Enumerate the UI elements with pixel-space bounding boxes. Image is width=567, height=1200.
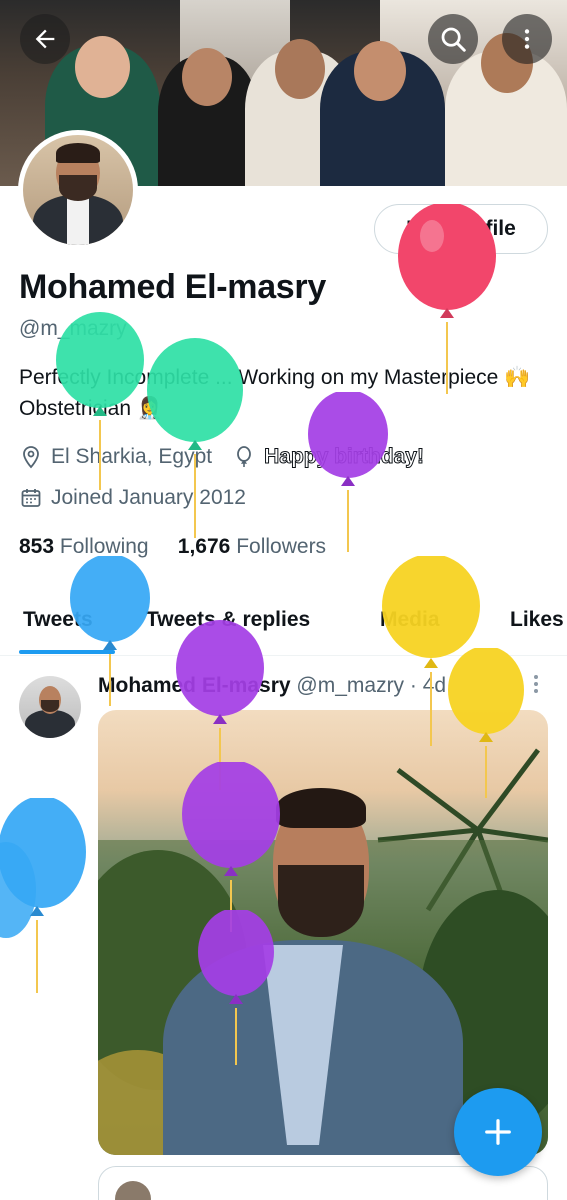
profile-bio: Perfectly Incomplete ... Working on my M… bbox=[19, 366, 531, 420]
search-button[interactable] bbox=[428, 14, 478, 64]
tweet-author[interactable]: Mohamed El-masry bbox=[98, 674, 291, 697]
tab-tweets[interactable]: Tweets bbox=[23, 608, 93, 632]
profile-tabs: Tweets Tweets & replies Media Likes bbox=[0, 596, 567, 656]
following-link[interactable]: 853 Following bbox=[19, 535, 149, 558]
profile-location: El Sharkia, Egypt bbox=[51, 445, 213, 468]
profile-avatar[interactable] bbox=[18, 130, 138, 250]
profile-name: Mohamed El-masry bbox=[19, 268, 326, 306]
banner-person bbox=[320, 41, 445, 186]
edit-profile-button[interactable]: Edit profile bbox=[374, 204, 548, 254]
banner-person bbox=[445, 33, 567, 186]
compose-tweet-button[interactable] bbox=[454, 1088, 542, 1176]
profile-handle: @m_mazry bbox=[19, 317, 127, 340]
profile-joined-row: Joined January 2012 bbox=[19, 486, 246, 510]
balloon-icon bbox=[237, 446, 251, 467]
avatar-image bbox=[23, 135, 133, 245]
profile-meta-row: El Sharkia, Egypt Happy birthday! bbox=[19, 445, 424, 469]
banner-person bbox=[158, 48, 258, 186]
next-tweet-avatar bbox=[115, 1181, 151, 1200]
calendar-icon bbox=[21, 489, 41, 507]
plus-icon bbox=[485, 1119, 511, 1145]
tweet-handle: @m_mazry bbox=[296, 674, 405, 697]
tweet-photo[interactable] bbox=[98, 710, 548, 1155]
balloon-blue bbox=[0, 798, 86, 993]
photo-person-hair bbox=[276, 788, 366, 828]
tweet-more-icon[interactable] bbox=[528, 672, 544, 696]
followers-link[interactable]: 1,676 Followers bbox=[178, 535, 326, 558]
tweet-separator: · bbox=[409, 674, 417, 697]
tab-tweets-replies[interactable]: Tweets & replies bbox=[146, 608, 310, 632]
profile-joined: Joined January 2012 bbox=[51, 486, 246, 509]
search-icon bbox=[441, 27, 466, 52]
tweet-avatar[interactable] bbox=[19, 676, 81, 738]
follow-stats: 853 Following 1,676 Followers bbox=[19, 535, 326, 559]
active-tab-indicator bbox=[19, 650, 115, 654]
back-button[interactable] bbox=[20, 14, 70, 64]
tweet-header: Mohamed El-masry @m_mazry · 4d bbox=[98, 674, 446, 698]
more-options-button[interactable] bbox=[502, 14, 552, 64]
photo-person-beard bbox=[278, 865, 364, 937]
tab-media[interactable]: Media bbox=[380, 608, 440, 632]
profile-birthday: Happy birthday! bbox=[264, 445, 425, 469]
tweet-time: 4d bbox=[422, 674, 447, 697]
location-pin-icon bbox=[23, 446, 39, 469]
tab-likes[interactable]: Likes bbox=[510, 608, 564, 632]
arrow-left-icon bbox=[35, 29, 55, 49]
more-vertical-icon bbox=[524, 29, 530, 49]
